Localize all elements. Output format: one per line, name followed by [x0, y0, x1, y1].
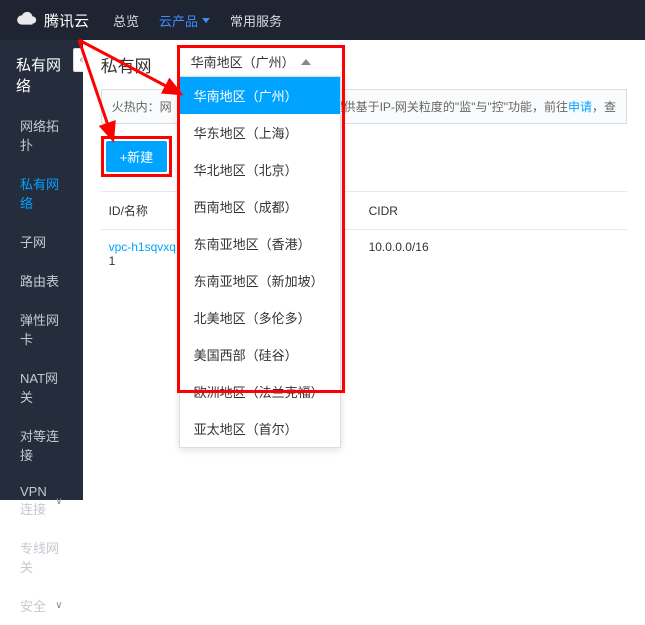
region-option-9[interactable]: 亚太地区（首尔） [180, 410, 340, 447]
chevron-up-icon [301, 59, 311, 65]
region-selector-label: 华南地区（广州） [191, 52, 295, 71]
sidebar-item-3[interactable]: 路由表 [0, 261, 83, 300]
region-option-6[interactable]: 北美地区（多伦多） [180, 299, 340, 336]
sidebar-item-2[interactable]: 子网 [0, 222, 83, 261]
col-cidr[interactable]: CIDR [361, 192, 627, 230]
top-navbar: 腾讯云 总览 云产品 常用服务 [0, 0, 645, 40]
sidebar-item-8[interactable]: 专线网关 [0, 528, 83, 586]
nav-overview[interactable]: 总览 [113, 11, 139, 30]
main-content: 私有网 华南地区（广州） 火热内：网提供基于IP-网关粒度的"监"与"控"功能，… [83, 40, 645, 500]
region-option-7[interactable]: 美国西部（硅谷） [180, 336, 340, 373]
page-title: 私有网 [101, 52, 627, 77]
annotation-box-new-button: +新建 [101, 136, 173, 177]
nav-products-label: 云产品 [159, 11, 198, 30]
region-option-3[interactable]: 西南地区（成都） [180, 188, 340, 225]
region-option-1[interactable]: 华东地区（上海） [180, 114, 340, 151]
region-option-2[interactable]: 华北地区（北京） [180, 151, 340, 188]
region-option-0[interactable]: 华南地区（广州） [180, 77, 340, 114]
chevron-down-icon [202, 18, 210, 23]
brand-logo[interactable]: 腾讯云 [16, 9, 89, 31]
apply-link[interactable]: 申请 [568, 100, 592, 114]
region-selector-trigger[interactable]: 华南地区（广州） [191, 52, 311, 71]
region-dropdown: 华南地区（广州）华东地区（上海）华北地区（北京）西南地区（成都）东南亚地区（香港… [179, 76, 341, 448]
create-new-button[interactable]: +新建 [106, 141, 168, 172]
cloud-logo-icon [16, 9, 38, 31]
sidebar-item-9[interactable]: 安全∨ [0, 586, 83, 625]
region-option-8[interactable]: 欧洲地区（法兰克福） [180, 373, 340, 410]
sidebar-item-7[interactable]: VPN连接∨ [0, 474, 83, 528]
sidebar-item-1[interactable]: 私有网络 [0, 164, 83, 222]
nav-services[interactable]: 常用服务 [230, 11, 282, 30]
chevron-down-icon: ∨ [55, 600, 62, 611]
col-id-name[interactable]: ID/名称 [101, 192, 161, 230]
sidebar-item-0[interactable]: 网络拓扑 [0, 106, 83, 164]
sidebar-item-6[interactable]: 对等连接 [0, 416, 83, 474]
sidebar-title: 私有网络 [0, 40, 83, 106]
cidr-cell: 10.0.0.0/16 [361, 230, 627, 279]
chevron-down-icon: ∨ [55, 496, 62, 507]
brand-text: 腾讯云 [44, 10, 89, 31]
sidebar-item-4[interactable]: 弹性网卡 [0, 300, 83, 358]
region-option-4[interactable]: 东南亚地区（香港） [180, 225, 340, 262]
nav-products[interactable]: 云产品 [159, 11, 210, 30]
sidebar-item-5[interactable]: NAT网关 [0, 358, 83, 416]
region-option-5[interactable]: 东南亚地区（新加坡） [180, 262, 340, 299]
sidebar: 私有网络 « 网络拓扑私有网络子网路由表弹性网卡NAT网关对等连接VPN连接∨专… [0, 40, 83, 500]
